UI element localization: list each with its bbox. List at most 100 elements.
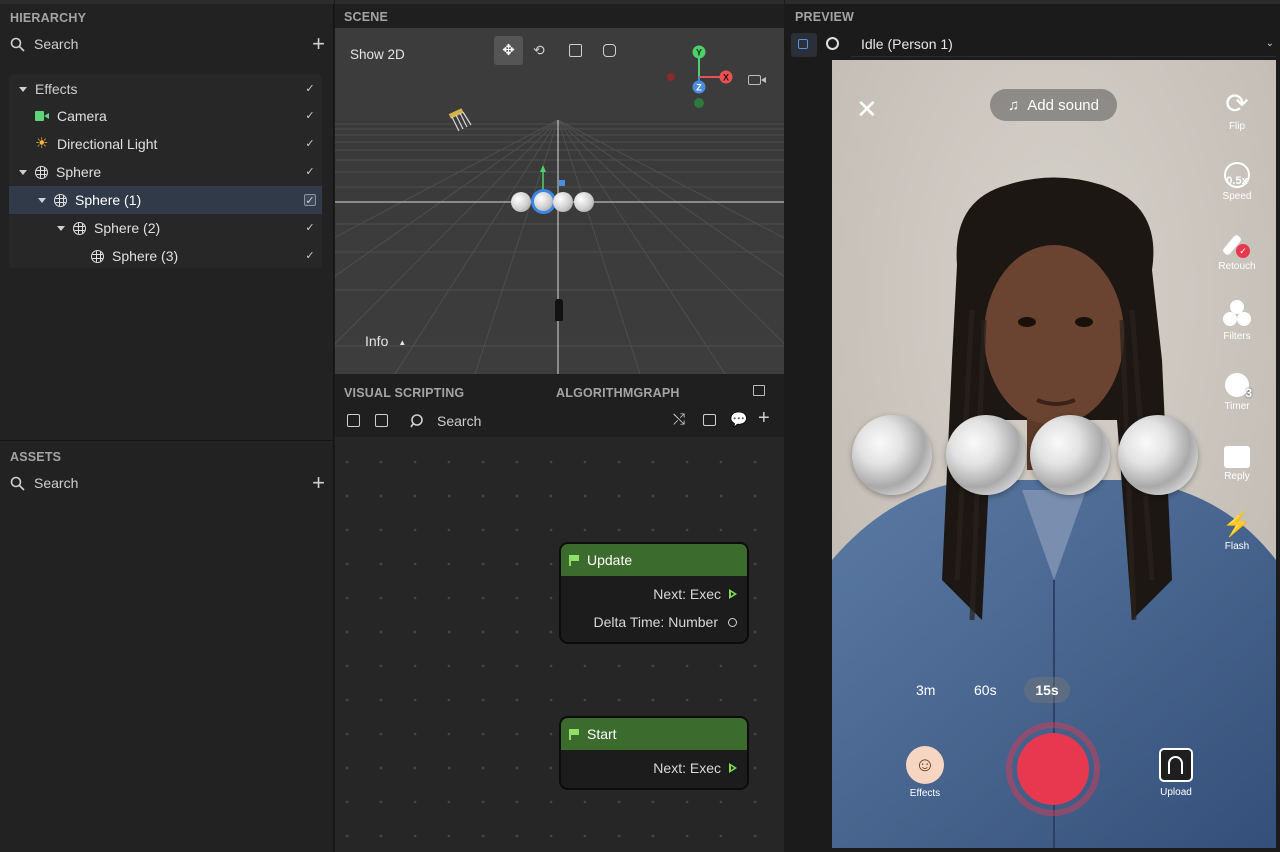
sphere-gizmo-2[interactable]: [553, 192, 573, 212]
assets-search[interactable]: Search +: [10, 470, 325, 496]
flip-icon: ⟳: [1225, 88, 1249, 119]
node-pin-next: Next: Exec: [561, 754, 747, 782]
auto-layout-icon[interactable]: ⤭: [673, 411, 685, 428]
tab-algorithmgraph[interactable]: ALGORITHMGRAPH: [556, 386, 680, 400]
mesh-icon: [73, 221, 86, 235]
expand-triangle-icon[interactable]: [19, 169, 27, 175]
visibility-checkbox[interactable]: ✓: [304, 194, 316, 207]
group-icon[interactable]: [703, 414, 716, 426]
hierarchy-search[interactable]: Search +: [10, 31, 325, 57]
popout-icon[interactable]: [753, 385, 765, 396]
add-node-button[interactable]: +: [758, 407, 770, 430]
start-node[interactable]: Start Next: Exec: [559, 716, 749, 790]
timer-button[interactable]: 3 Timer: [1198, 368, 1276, 412]
flash-button[interactable]: ⚡ Flash: [1198, 508, 1276, 553]
upload-button[interactable]: Upload: [1156, 748, 1196, 798]
graph-frame-icon[interactable]: [375, 414, 388, 427]
expand-triangle-icon[interactable]: [38, 197, 46, 203]
scene-toolbar-area: Show 2D ✥ ⟲ Y X Z: [335, 28, 784, 120]
node-header[interactable]: Update: [561, 544, 747, 576]
sphere-gizmo-0[interactable]: [511, 192, 531, 212]
add-object-button[interactable]: +: [312, 31, 325, 57]
flip-button[interactable]: ⟳ Flip: [1198, 88, 1276, 133]
exec-pin-icon[interactable]: [729, 763, 737, 773]
sphere-gizmo-3[interactable]: [574, 192, 594, 212]
node-title: Start: [587, 726, 617, 742]
directional-light-gizmo[interactable]: [447, 108, 475, 134]
reply-button[interactable]: Reply: [1198, 438, 1276, 482]
expand-triangle-icon[interactable]: [57, 225, 65, 231]
visual-scripting-toolbar: Search ⤭ 💬 +: [335, 405, 784, 437]
tree-item-label: Sphere (3): [112, 248, 179, 264]
tree-item-effects[interactable]: Effects ✓: [9, 75, 322, 103]
flash-icon: ⚡: [1222, 511, 1252, 538]
visibility-checkbox[interactable]: ✓: [304, 83, 316, 95]
visibility-checkbox[interactable]: ✓: [304, 166, 316, 178]
ar-sphere-3: [1030, 415, 1110, 495]
record-button[interactable]: [1006, 722, 1100, 816]
animation-select[interactable]: Idle (Person 1) ⌄: [851, 33, 1276, 57]
tree-item-label: Sphere: [56, 164, 102, 180]
panel-divider: [0, 440, 334, 441]
number-pin-icon[interactable]: [728, 617, 737, 627]
tree-item-sphere[interactable]: Sphere ✓: [9, 158, 322, 186]
tree-item-camera[interactable]: Camera ✓: [9, 102, 322, 130]
duration-3m[interactable]: 3m: [916, 682, 935, 698]
expand-triangle-icon[interactable]: [19, 86, 27, 92]
info-toggle[interactable]: Info ▲: [365, 333, 406, 349]
mesh-icon: [35, 165, 48, 179]
node-header[interactable]: Start: [561, 718, 747, 750]
retouch-button[interactable]: ✓ Retouch: [1198, 228, 1276, 272]
caret-up-icon: ▲: [398, 337, 407, 347]
filters-icon: [1223, 300, 1251, 328]
animation-select-value: Idle (Person 1): [861, 36, 953, 52]
scene-viewport[interactable]: Show 2D ✥ ⟲ Y X Z Info ▲: [335, 28, 784, 374]
rotate-tool-icon[interactable]: ⟲: [533, 42, 545, 59]
record-button-inner: [1017, 733, 1089, 805]
gizmo-x-label: X: [723, 73, 729, 83]
retouch-label: Retouch: [1218, 261, 1256, 272]
tab-visual-scripting[interactable]: VISUAL SCRIPTING: [344, 386, 464, 400]
graph-canvas[interactable]: Update Next: Exec Delta Time: Number Sta…: [335, 437, 784, 852]
tree-item-sphere-3[interactable]: Sphere (3) ✓: [9, 242, 322, 270]
retouch-icon: ✓: [1221, 230, 1250, 258]
node-title: Update: [587, 552, 633, 568]
close-icon[interactable]: ✕: [856, 94, 878, 125]
tree-item-label: Camera: [57, 108, 107, 124]
filters-button[interactable]: Filters: [1198, 298, 1276, 342]
comment-icon[interactable]: 💬: [730, 411, 747, 428]
ar-sphere-2: [946, 415, 1026, 495]
visibility-checkbox[interactable]: ✓: [304, 110, 316, 122]
reply-icon: [1224, 446, 1250, 468]
exec-pin-icon[interactable]: [729, 589, 737, 599]
show-2d-toggle[interactable]: Show 2D: [350, 47, 405, 62]
visual-scripting-header: VISUAL SCRIPTING ALGORITHMGRAPH: [335, 375, 784, 405]
preview-mode-button[interactable]: [791, 33, 817, 57]
phone-preview[interactable]: ✕ ♫ Add sound ⟳ Flip 0.5x Speed ✓ Retouch Fi…: [832, 60, 1276, 848]
duration-60s[interactable]: 60s: [974, 682, 997, 698]
flag-icon: [569, 728, 579, 740]
speed-button[interactable]: 0.5x Speed: [1198, 158, 1276, 202]
panel-toggle-icon[interactable]: [347, 414, 360, 427]
visibility-checkbox[interactable]: ✓: [304, 138, 316, 150]
reply-label: Reply: [1224, 471, 1250, 482]
effects-button[interactable]: ☺ Effects: [905, 746, 945, 799]
tree-item-sphere-1[interactable]: Sphere (1) ✓: [9, 186, 322, 214]
camera-view-icon[interactable]: [748, 75, 761, 85]
scale-tool-icon[interactable]: [569, 44, 582, 57]
tree-item-directional-light[interactable]: ☀ Directional Light ✓: [9, 130, 322, 158]
move-tool-icon[interactable]: ✥: [494, 36, 523, 65]
visibility-checkbox[interactable]: ✓: [304, 250, 316, 262]
scene-title: SCENE: [344, 10, 389, 24]
update-node[interactable]: Update Next: Exec Delta Time: Number: [559, 542, 749, 644]
visibility-checkbox[interactable]: ✓: [304, 222, 316, 234]
add-asset-button[interactable]: +: [312, 470, 325, 496]
graph-search-label[interactable]: Search: [437, 413, 481, 429]
tree-item-sphere-2[interactable]: Sphere (2) ✓: [9, 214, 322, 242]
axis-gizmo[interactable]: Y X Z: [665, 43, 735, 111]
webcam-icon[interactable]: [826, 37, 839, 50]
speed-icon: 0.5x: [1224, 162, 1250, 188]
duration-15s[interactable]: 15s: [1024, 677, 1070, 703]
add-sound-button[interactable]: ♫ Add sound: [990, 89, 1117, 121]
rect-tool-icon[interactable]: [603, 44, 616, 57]
